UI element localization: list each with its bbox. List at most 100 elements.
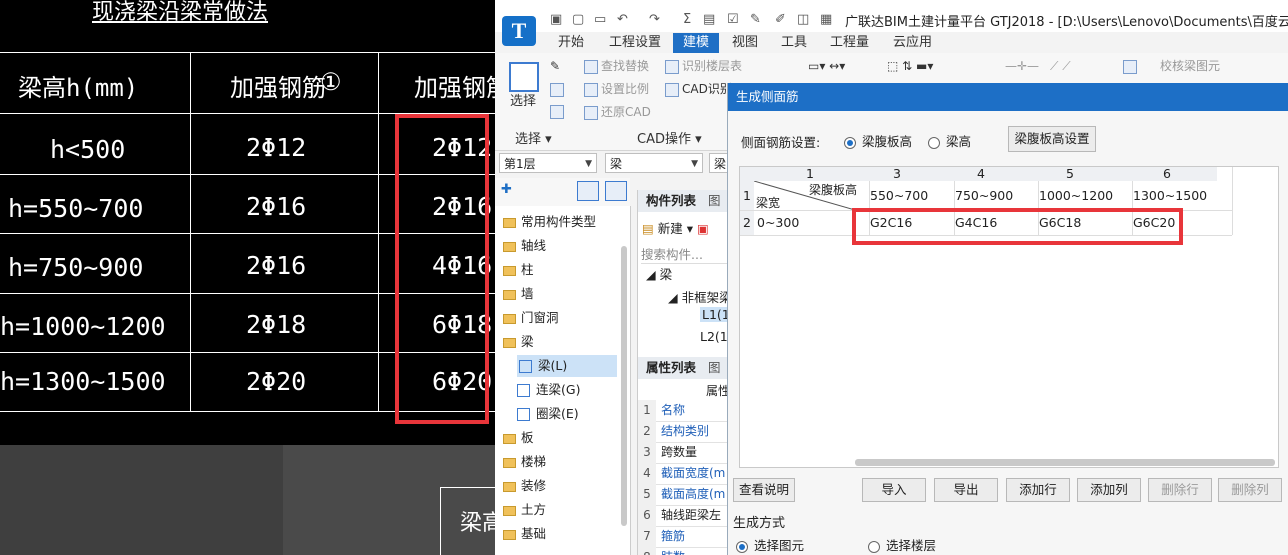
grid-range-cell[interactable]: 550~700 bbox=[869, 181, 953, 210]
cube-icon[interactable]: ◫ bbox=[797, 12, 809, 27]
save-icon[interactable]: ▣ bbox=[550, 12, 562, 27]
nav-item-door-window[interactable]: 门窗洞 bbox=[503, 307, 559, 329]
radio-beam-height[interactable]: 梁高 bbox=[928, 131, 971, 150]
property-row[interactable]: 3 跨数量 bbox=[638, 442, 733, 464]
property-row[interactable]: 8肢数 bbox=[638, 547, 733, 555]
radio-select-floor[interactable]: 选择楼层 bbox=[868, 535, 936, 554]
set-scale-button[interactable]: 设置比例 bbox=[584, 81, 649, 97]
open-folder-icon[interactable]: ▭ bbox=[594, 12, 606, 27]
tab-start[interactable]: 开始 bbox=[558, 33, 584, 53]
property-list-title[interactable]: 属性列表 bbox=[638, 360, 696, 375]
nav-item-common[interactable]: 常用构件类型 bbox=[503, 211, 596, 233]
nav-item-slab[interactable]: 板 bbox=[503, 427, 534, 449]
nav-item-label: 常用构件类型 bbox=[521, 214, 597, 229]
element-type-select[interactable]: 梁 ▼ bbox=[605, 153, 703, 173]
nav-item-ring-beam[interactable]: 圈梁(E) bbox=[517, 403, 579, 425]
grid-range-cell[interactable]: 1300~1500 bbox=[1132, 181, 1232, 210]
line-tool-icon[interactable]: ⟋ ⟋ bbox=[1050, 58, 1071, 74]
layout-tool-icon[interactable]: ▭▾ ↔▾ bbox=[808, 58, 845, 74]
radio-web-height[interactable]: 梁腹板高 bbox=[844, 131, 912, 150]
component-search-input[interactable]: 搜索构件... bbox=[641, 244, 731, 264]
radio-off-icon bbox=[928, 136, 940, 149]
floor-select[interactable]: 第1层 ▼ bbox=[499, 153, 597, 173]
nav-item-beam-l[interactable]: 梁(L) bbox=[517, 355, 617, 377]
select-tool-label[interactable]: 选择 bbox=[510, 94, 536, 110]
nav-scrollbar[interactable] bbox=[621, 246, 627, 526]
tab-view[interactable]: 视图 bbox=[732, 33, 758, 53]
tab-quantity[interactable]: 工程量 bbox=[830, 33, 869, 53]
cad-header-rebar-b: 加强钢筋 bbox=[414, 74, 495, 102]
brush-icon[interactable]: ✐ bbox=[775, 12, 786, 27]
grid-width-range-cell[interactable]: 0~300 bbox=[757, 210, 855, 235]
select-tool-icon[interactable] bbox=[509, 62, 539, 92]
delete-icon[interactable]: ▣ bbox=[697, 221, 709, 236]
restore-cad-button[interactable]: 还原CAD bbox=[584, 104, 651, 120]
nav-item-earthwork[interactable]: 土方 bbox=[503, 499, 546, 521]
property-row[interactable]: 7 箍筋 bbox=[638, 526, 733, 548]
add-column-button[interactable]: 添加列 bbox=[1077, 478, 1141, 502]
view-help-button[interactable]: 查看说明 bbox=[733, 478, 795, 502]
tree-node-l2[interactable]: L2(1 bbox=[700, 329, 728, 344]
ring-beam-icon bbox=[517, 408, 530, 421]
nav-item-column[interactable]: 柱 bbox=[503, 259, 534, 281]
tab-modeling[interactable]: 建模 bbox=[673, 33, 720, 53]
new-file-icon[interactable]: ▢ bbox=[572, 12, 584, 27]
folder-icon bbox=[503, 529, 516, 540]
nav-item-wall[interactable]: 墙 bbox=[503, 283, 534, 305]
delete-row-button[interactable]: 删除行 bbox=[1148, 478, 1212, 502]
find-replace-button[interactable]: 查找替换 bbox=[584, 58, 649, 74]
property-row[interactable]: 4 截面宽度(m bbox=[638, 463, 733, 485]
list-icon[interactable] bbox=[550, 103, 567, 119]
tab-project-settings[interactable]: 工程设置 bbox=[609, 33, 661, 53]
pick-icon[interactable]: ✎ bbox=[550, 58, 560, 74]
add-icon[interactable]: ✚ bbox=[501, 182, 512, 197]
redo-icon[interactable]: ↷ bbox=[649, 12, 660, 27]
component-list-title[interactable]: 构件列表 bbox=[638, 193, 696, 208]
report-icon[interactable]: ▤ bbox=[703, 12, 715, 27]
crosshair-icon[interactable]: —✛— bbox=[1005, 58, 1039, 74]
grid-horizontal-scrollbar[interactable] bbox=[855, 459, 1275, 466]
property-row[interactable]: 1 名称 bbox=[638, 400, 733, 422]
cad-identify-button[interactable]: CAD识别 bbox=[665, 81, 732, 97]
delete-column-button[interactable]: 删除列 bbox=[1218, 478, 1282, 502]
sum-icon[interactable]: Σ bbox=[683, 12, 691, 27]
edit-icon[interactable]: ✎ bbox=[750, 12, 761, 27]
grid-icon[interactable] bbox=[550, 81, 567, 97]
tree-node-nonframe-beam[interactable]: ◢ 非框架梁 bbox=[668, 287, 732, 306]
property-row[interactable]: 6 轴线距梁左 bbox=[638, 505, 733, 527]
cad-line bbox=[0, 52, 495, 53]
add-row-button[interactable]: 添加行 bbox=[1006, 478, 1070, 502]
settings-icon[interactable]: ▦ bbox=[820, 12, 832, 27]
tab-tools[interactable]: 工具 bbox=[781, 33, 807, 53]
export-button[interactable]: 导出 bbox=[934, 478, 998, 502]
tree-node-beam[interactable]: ◢ 梁 bbox=[646, 264, 672, 283]
component-list-tab2[interactable]: 图 bbox=[696, 193, 721, 208]
draw-tool-icons[interactable]: ⬚ ⇅ ▬▾ bbox=[887, 58, 933, 74]
property-row[interactable]: 5 截面高度(m bbox=[638, 484, 733, 506]
generation-mode-label: 生成方式 bbox=[733, 516, 786, 531]
check-beam-button[interactable]: 校核梁图元 bbox=[1123, 58, 1220, 74]
nav-item-foundation[interactable]: 基础 bbox=[503, 523, 546, 545]
nav-item-stairs[interactable]: 楼梯 bbox=[503, 451, 546, 473]
nav-item-label: 装修 bbox=[521, 478, 547, 493]
grid-range-cell[interactable]: 750~900 bbox=[954, 181, 1038, 210]
import-button[interactable]: 导入 bbox=[862, 478, 926, 502]
radio-select-element[interactable]: 选择图元 bbox=[736, 535, 804, 554]
undo-icon[interactable]: ↶ bbox=[617, 12, 628, 27]
tab-cloud[interactable]: 云应用 bbox=[893, 33, 932, 53]
check-beam-icon bbox=[1123, 59, 1137, 74]
new-component-button[interactable]: ▤ 新建 ▾ ▣ bbox=[642, 218, 709, 237]
identify-floor-button[interactable]: 识别楼层表 bbox=[665, 58, 742, 74]
grid-view-icon[interactable] bbox=[605, 181, 627, 201]
nav-item-coupling-beam[interactable]: 连梁(G) bbox=[517, 379, 580, 401]
check-icon[interactable]: ☑ bbox=[727, 12, 739, 27]
list-view-icon[interactable] bbox=[577, 181, 599, 201]
nav-item-decoration[interactable]: 装修 bbox=[503, 475, 546, 497]
property-list-tab2[interactable]: 图 bbox=[696, 360, 721, 375]
web-height-setting-button[interactable]: 梁腹板高设置 bbox=[1008, 126, 1096, 152]
element-sub-select[interactable]: 梁 bbox=[709, 153, 729, 173]
nav-item-axis[interactable]: 轴线 bbox=[503, 235, 546, 257]
property-row[interactable]: 2 结构类别 bbox=[638, 421, 733, 443]
grid-range-cell[interactable]: 1000~1200 bbox=[1038, 181, 1132, 210]
nav-item-beam[interactable]: 梁 bbox=[503, 331, 534, 353]
